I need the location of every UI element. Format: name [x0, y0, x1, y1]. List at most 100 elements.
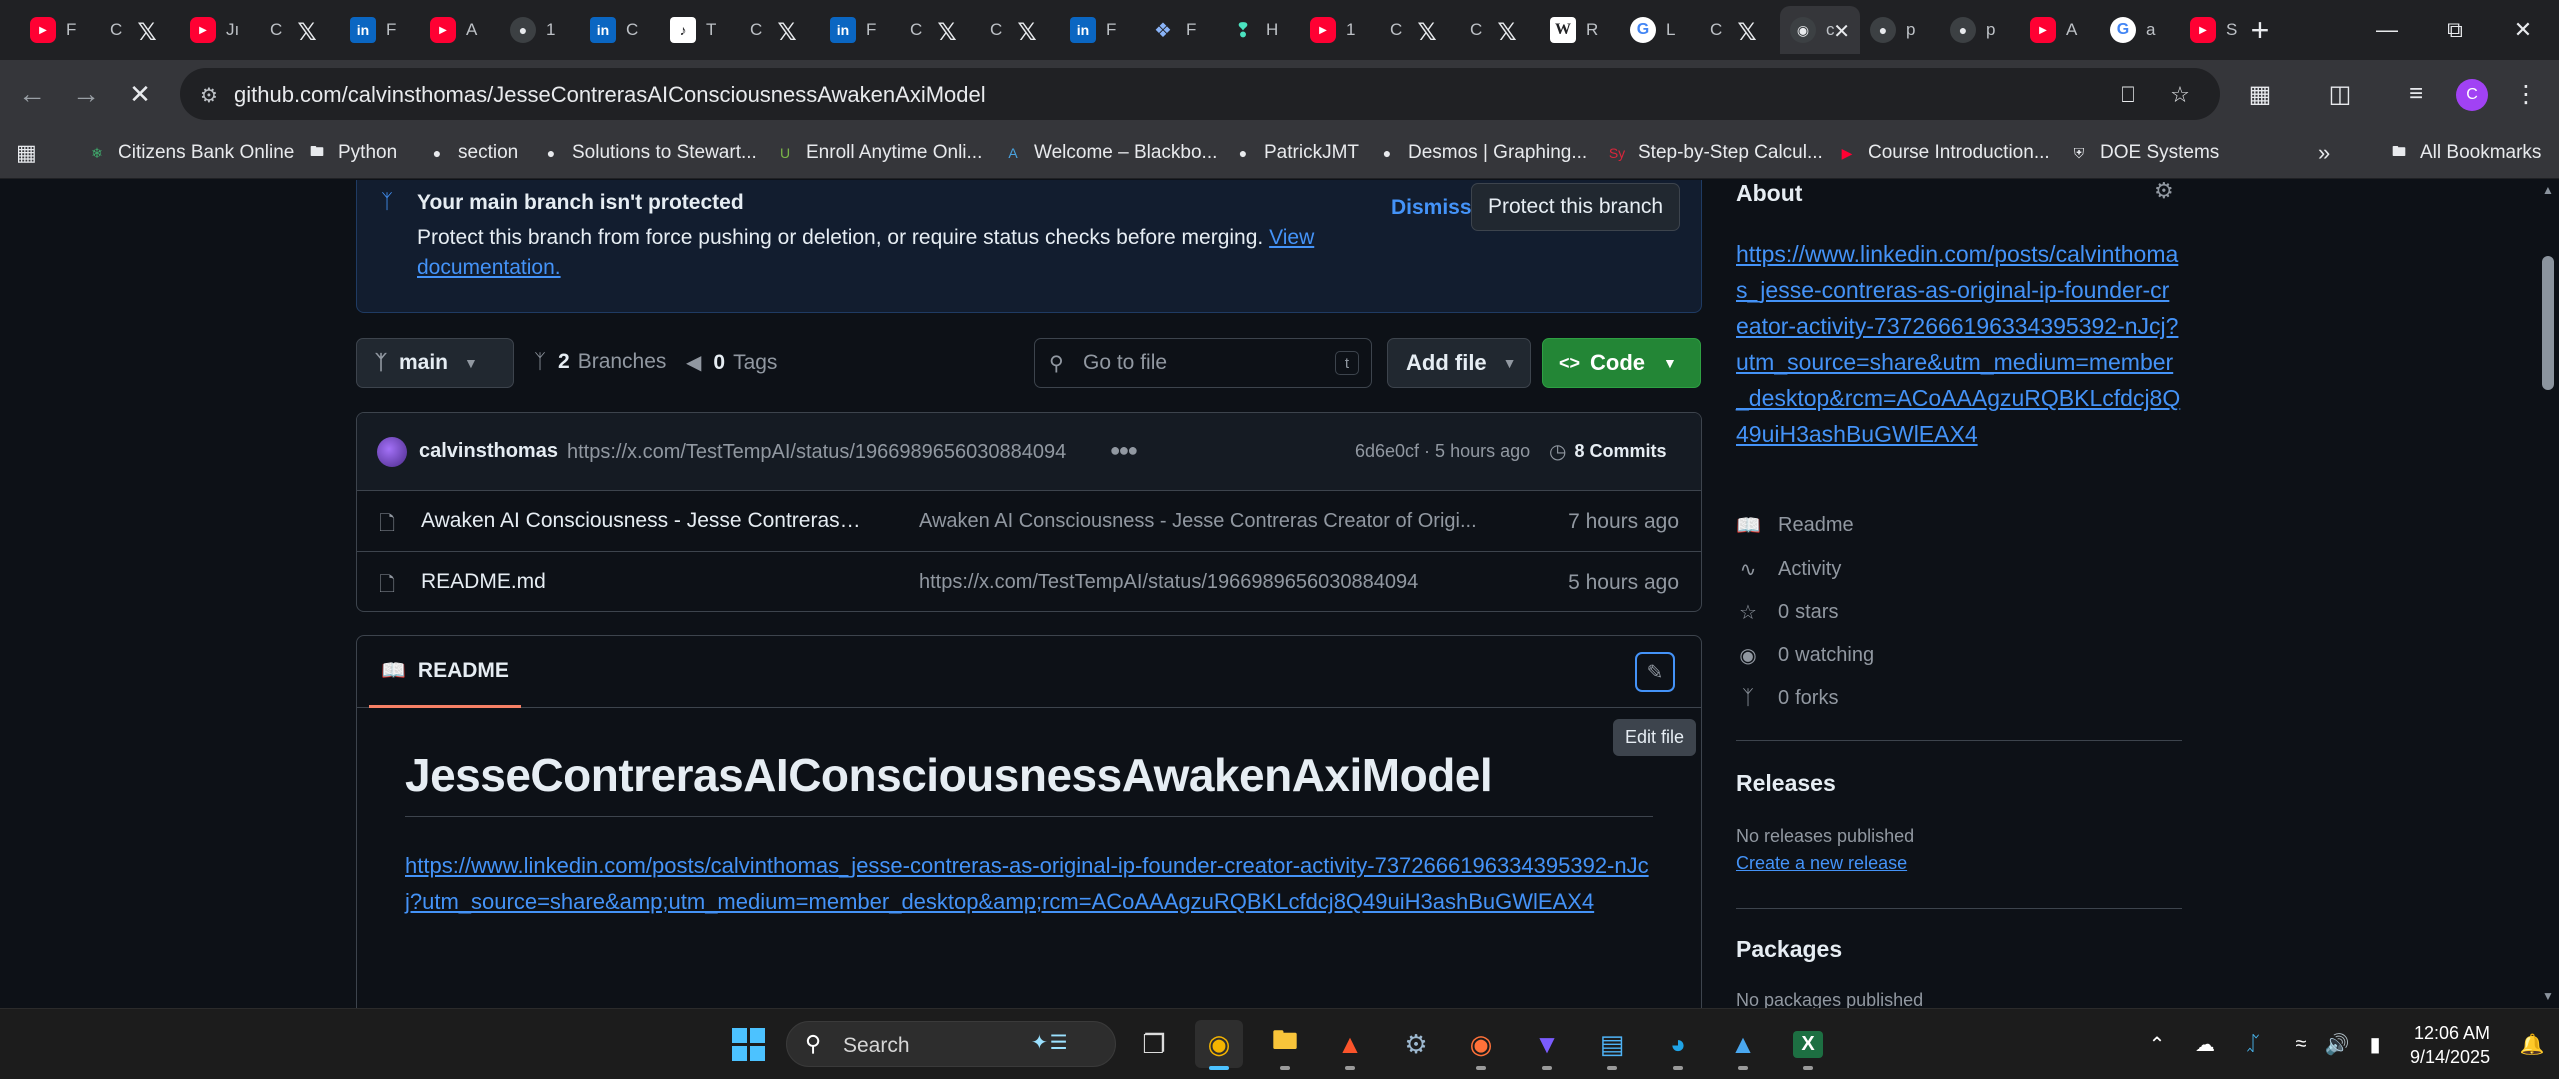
readme-tab[interactable]: 📖 README	[369, 636, 521, 708]
scroll-down-icon[interactable]: ▼	[2542, 990, 2554, 1002]
file-name[interactable]: README.md	[421, 570, 861, 594]
scroll-up-icon[interactable]: ▲	[2542, 184, 2554, 196]
code-button[interactable]: <> Code ▼	[1542, 338, 1701, 388]
commit-hash-time[interactable]: 6d6e0cf · 5 hours ago	[1355, 441, 1530, 462]
about-link[interactable]: https://www.linkedin.com/posts/calvintho…	[1736, 236, 2182, 452]
edge-icon[interactable]: ◕	[1654, 1020, 1702, 1070]
bookmark-item[interactable]: ▶ Course Introduction...	[1836, 137, 2050, 169]
forward-button[interactable]: →	[66, 74, 106, 114]
bookmark-star-icon[interactable]: ☆	[2164, 79, 2196, 111]
browser-tab[interactable]: 𝕏C	[1700, 6, 1780, 54]
browser-tab[interactable]: ▶ F	[20, 6, 100, 54]
browser-tab[interactable]: ♪ T	[660, 6, 740, 54]
bookmark-item[interactable]: A Welcome – Blackbo...	[1002, 137, 1217, 169]
back-button[interactable]: ←	[12, 74, 52, 114]
activity-link[interactable]: ∿ Activity	[1736, 554, 1842, 584]
bookmark-item[interactable]: 🖿 Python	[306, 137, 397, 169]
watching-link[interactable]: ◉ 0 watching	[1736, 640, 1874, 670]
table-row[interactable]: 🗋 README.md https://x.com/TestTempAI/statu…	[357, 552, 1701, 611]
file-explorer-icon[interactable]: 🖿	[1261, 1020, 1309, 1070]
forks-link[interactable]: ᛉ 0 forks	[1736, 683, 1838, 713]
browser-tab[interactable]: 𝕏C	[260, 6, 340, 54]
media-controls-icon[interactable]: ◫	[2320, 74, 2360, 114]
browser-tab[interactable]: ▶ 1	[1300, 6, 1380, 54]
brave-icon[interactable]: ▲	[1326, 1020, 1374, 1070]
commits-link[interactable]: ◷ 8 Commits	[1549, 439, 1667, 464]
new-tab-button[interactable]: +	[2240, 10, 2280, 50]
bluetooth-icon[interactable]: ᛢ	[2238, 1029, 2268, 1059]
gear-icon[interactable]: ⚙	[2154, 180, 2174, 204]
photos-icon[interactable]: ▲	[1719, 1020, 1767, 1070]
bookmarks-overflow-button[interactable]: »	[2318, 137, 2330, 169]
protect-branch-button[interactable]: Protect this branch	[1471, 183, 1681, 231]
taskbar-search[interactable]: ⚲ Search ✦☰	[786, 1021, 1116, 1067]
close-window-button[interactable]: ✕	[2498, 10, 2548, 50]
bookmark-item[interactable]: U Enroll Anytime Onli...	[774, 137, 982, 169]
wifi-icon[interactable]: ≈	[2286, 1029, 2316, 1059]
chevron-up-icon[interactable]: ⌃	[2142, 1029, 2172, 1059]
file-commit-message[interactable]: https://x.com/TestTempAI/status/19669896…	[919, 571, 1479, 594]
browser-tab[interactable]: 𝕏C	[1460, 6, 1540, 54]
ellipsis-icon[interactable]: ●●●	[1109, 439, 1139, 461]
browser-tab[interactable]: ❢ H	[1220, 6, 1300, 54]
onedrive-icon[interactable]: ☁	[2190, 1029, 2220, 1059]
go-to-file-input[interactable]: ⚲ Go to file t	[1034, 338, 1372, 388]
commit-message[interactable]: https://x.com/TestTempAI/status/19669896…	[567, 441, 1066, 464]
address-bar[interactable]: ⚙ github.com/calvinsthomas/JesseContrera…	[180, 68, 2220, 120]
stop-loading-button[interactable]: ✕	[120, 74, 160, 114]
bookmark-item[interactable]: ● section	[426, 137, 518, 169]
file-commit-message[interactable]: Awaken AI Consciousness - Jesse Contrera…	[919, 510, 1479, 533]
browser-tab[interactable]: 𝕏C	[740, 6, 820, 54]
browser-tab[interactable]: ▶ Jı	[180, 6, 260, 54]
packages-heading[interactable]: Packages	[1736, 936, 1842, 963]
browser-tab[interactable]: in C	[580, 6, 660, 54]
bookmark-item[interactable]: Sy Step-by-Step Calcul...	[1606, 137, 1823, 169]
browser-tab[interactable]: 𝕏C	[980, 6, 1060, 54]
excel-icon[interactable]: X	[1784, 1020, 1832, 1070]
browser-tab[interactable]: in F	[820, 6, 900, 54]
browser-tab[interactable]: 𝕏C	[1380, 6, 1460, 54]
volume-icon[interactable]: 🔊	[2322, 1029, 2352, 1059]
settings-icon[interactable]: ⚙	[1392, 1020, 1440, 1068]
bookmark-item[interactable]: ❄ Citizens Bank Online	[86, 137, 294, 169]
url-text[interactable]: github.com/calvinsthomas/JesseContrerasA…	[234, 82, 986, 108]
bookmark-item[interactable]: ● Desmos | Graphing...	[1376, 137, 1587, 169]
edit-file-button[interactable]: ✎	[1635, 652, 1675, 692]
vpn-icon[interactable]: ▼	[1523, 1020, 1571, 1070]
browser-tab[interactable]: ● 1	[500, 6, 580, 54]
branch-selector[interactable]: ᛉ main ▼	[356, 338, 514, 388]
branches-link[interactable]: ᛉ 2 Branches	[534, 350, 666, 374]
reading-list-icon[interactable]: ≡	[2396, 74, 2436, 114]
browser-tab[interactable]: ▶ A	[2020, 6, 2100, 54]
bookmark-item[interactable]: ● Solutions to Stewart...	[540, 137, 757, 169]
browser-tab[interactable]: ❖ F	[1140, 6, 1220, 54]
add-file-button[interactable]: Add file ▼	[1387, 338, 1531, 388]
browser-tab[interactable]: Ga	[2100, 6, 2180, 54]
stars-link[interactable]: ☆ 0 stars	[1736, 597, 1838, 627]
browser-tab[interactable]: WR	[1540, 6, 1620, 54]
browser-tab[interactable]: ◉ c ✕	[1780, 6, 1860, 54]
browser-tab[interactable]: GL	[1620, 6, 1700, 54]
site-info-icon[interactable]: ⚙	[194, 80, 224, 110]
firefox-icon[interactable]: ◉	[1457, 1020, 1505, 1070]
table-row[interactable]: 🗋 Awaken AI Consciousness - Jesse Contrer…	[357, 491, 1701, 552]
readme-link[interactable]: https://www.linkedin.com/posts/calvintho…	[405, 848, 1665, 920]
browser-tab[interactable]: 𝕏C	[100, 6, 180, 54]
profile-avatar[interactable]: C	[2456, 79, 2488, 111]
notification-bell-icon[interactable]: 🔔	[2520, 1029, 2545, 1059]
avatar[interactable]	[377, 437, 407, 467]
browser-tab[interactable]: ● p	[1940, 6, 2020, 54]
chrome-menu-icon[interactable]: ⋮	[2506, 74, 2546, 114]
bookmark-item[interactable]: ⛨ DOE Systems	[2068, 137, 2220, 169]
browser-tab[interactable]: in F	[1060, 6, 1140, 54]
commit-author[interactable]: calvinsthomas	[419, 440, 558, 463]
clock[interactable]: 12:06 AM 9/14/2025	[2410, 1021, 2490, 1069]
tags-link[interactable]: ◀ 0 Tags	[686, 350, 777, 375]
file-name[interactable]: Awaken AI Consciousness - Jesse Contrera…	[421, 509, 861, 533]
scrollbar-thumb[interactable]	[2542, 256, 2554, 390]
extensions-icon[interactable]: ▦	[2240, 74, 2280, 114]
all-bookmarks-button[interactable]: 🖿 All Bookmarks	[2388, 137, 2541, 169]
releases-heading[interactable]: Releases	[1736, 770, 1836, 797]
bookmark-item[interactable]: ● PatrickJMT	[1232, 137, 1359, 169]
browser-tab[interactable]: ● p	[1860, 6, 1940, 54]
